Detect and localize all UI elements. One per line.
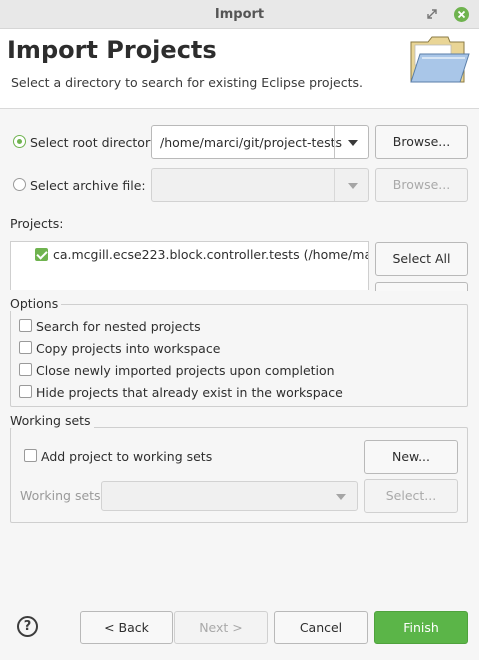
copy-projects-label: Copy projects into workspace xyxy=(36,341,221,356)
close-projects-checkbox[interactable] xyxy=(19,363,32,376)
root-directory-combo[interactable]: /home/marci/git/project-tests xyxy=(151,125,369,159)
root-directory-label: Select root directory: xyxy=(30,135,161,150)
wizard-header: Import Projects Select a directory to se… xyxy=(0,29,479,109)
nested-projects-checkbox[interactable] xyxy=(19,319,32,332)
page-title: Import Projects xyxy=(7,36,217,64)
finish-button[interactable]: Finish xyxy=(374,611,468,644)
hide-projects-checkbox[interactable] xyxy=(19,385,32,398)
root-directory-value: /home/marci/git/project-tests xyxy=(160,135,343,150)
add-to-working-sets-checkbox[interactable] xyxy=(24,449,37,462)
archive-file-combo[interactable] xyxy=(151,168,369,202)
next-button[interactable]: Next > xyxy=(174,611,268,644)
page-subtitle: Select a directory to search for existin… xyxy=(11,75,363,90)
projects-label: Projects: xyxy=(10,216,64,231)
browse-archive-button[interactable]: Browse... xyxy=(375,168,468,202)
window-title: Import xyxy=(214,7,265,22)
add-to-working-sets-label: Add project to working sets xyxy=(41,449,213,464)
projects-list[interactable]: ca.mcgill.ecse223.block.controller.tests… xyxy=(10,241,369,290)
restore-icon[interactable] xyxy=(427,9,437,19)
window-titlebar: Import xyxy=(0,0,479,29)
working-sets-field-label: Working sets: xyxy=(20,488,105,503)
folder-icon xyxy=(410,36,470,83)
project-item-label: ca.mcgill.ecse223.block.controller.tests… xyxy=(53,247,368,262)
working-sets-label: Working sets xyxy=(10,413,94,428)
select-working-sets-button[interactable]: Select... xyxy=(364,479,458,513)
help-icon[interactable]: ? xyxy=(17,616,38,637)
select-all-button[interactable]: Select All xyxy=(375,242,468,276)
options-label: Options xyxy=(10,296,62,311)
close-button[interactable] xyxy=(454,7,469,22)
nested-projects-label: Search for nested projects xyxy=(36,319,201,334)
browse-directory-button[interactable]: Browse... xyxy=(375,125,468,159)
cancel-button[interactable]: Cancel xyxy=(274,611,368,644)
working-sets-combo[interactable] xyxy=(101,481,358,511)
root-directory-radio[interactable] xyxy=(13,135,26,148)
close-projects-label: Close newly imported projects upon compl… xyxy=(36,363,335,378)
archive-file-radio[interactable] xyxy=(13,178,26,191)
close-icon xyxy=(457,10,466,19)
chevron-down-icon xyxy=(348,183,358,189)
hide-projects-label: Hide projects that already exist in the … xyxy=(36,385,343,400)
copy-projects-checkbox[interactable] xyxy=(19,341,32,354)
chevron-down-icon xyxy=(348,140,358,146)
chevron-down-icon xyxy=(336,494,346,500)
archive-file-label: Select archive file: xyxy=(30,178,146,193)
deselect-all-button[interactable] xyxy=(375,282,468,291)
project-checkbox[interactable] xyxy=(35,248,48,261)
new-working-set-button[interactable]: New... xyxy=(364,440,458,474)
back-button[interactable]: < Back xyxy=(80,611,173,644)
